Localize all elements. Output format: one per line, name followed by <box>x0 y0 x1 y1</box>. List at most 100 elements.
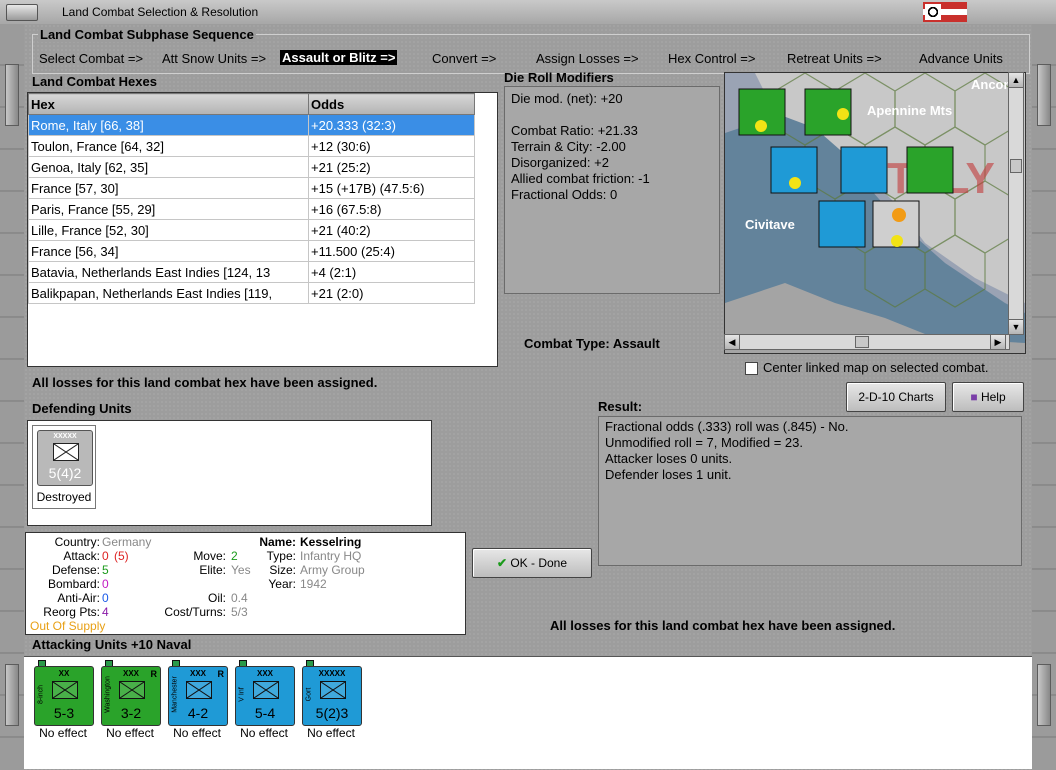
cost-value: 5/3 <box>231 605 248 619</box>
table-row[interactable]: Toulon, France [64, 32] +12 (30:6) <box>28 135 475 157</box>
attacking-unit[interactable]: XXX V Inf 5-4 No effect <box>235 660 297 746</box>
die-roll-modifiers-label: Die Roll Modifiers <box>504 70 614 85</box>
hex-cell: Rome, Italy [66, 38] <box>28 114 309 136</box>
unit-counter: XXXXX 5(4)2 <box>37 430 93 486</box>
country-value: Germany <box>102 535 152 549</box>
left-frame-rail <box>0 24 24 770</box>
hex-cell: France [57, 30] <box>28 177 309 199</box>
unit-strength: 5(4)2 <box>48 465 82 481</box>
result-line: Attacker loses 0 units. <box>605 451 733 466</box>
map-scroll-up-button[interactable]: ▲ <box>1008 72 1024 88</box>
column-header-hex[interactable]: Hex <box>28 93 309 115</box>
unit-counter: XXX R Manchester 4-2 <box>168 666 228 726</box>
flag-icon <box>923 2 967 22</box>
hex-cell: Lille, France [52, 30] <box>28 219 309 241</box>
hex-cell: Paris, France [55, 29] <box>28 198 309 220</box>
table-row[interactable]: Lille, France [52, 30] +21 (40:2) <box>28 219 475 241</box>
map-scroll-down-button[interactable]: ▼ <box>1008 319 1024 335</box>
seq-hex-control[interactable]: Hex Control => <box>668 51 755 66</box>
hex-cell: Toulon, France [64, 32] <box>28 135 309 157</box>
attacking-unit[interactable]: XXX R Manchester 4-2 No effect <box>168 660 230 746</box>
result-label: Result: <box>598 399 643 414</box>
attack-extra-value: (5) <box>114 549 129 563</box>
charts-button[interactable]: 2-D-10 Charts <box>846 382 946 412</box>
system-menu-button[interactable] <box>6 4 38 21</box>
table-row[interactable]: Paris, France [55, 29] +16 (67.5:8) <box>28 198 475 220</box>
ok-done-button[interactable]: ✔ OK - Done <box>472 548 592 578</box>
land-combat-hexes-label: Land Combat Hexes <box>32 74 157 89</box>
attacking-unit[interactable]: XXX R Washington 3-2 No effect <box>101 660 163 746</box>
seq-att-snow-units[interactable]: Att Snow Units => <box>162 51 266 66</box>
infantry-symbol-icon <box>186 681 212 699</box>
table-row[interactable]: Balikpapan, Netherlands East Indies [119… <box>28 282 475 304</box>
modifier-line <box>511 107 713 123</box>
losses-assigned-message: All losses for this land combat hex have… <box>32 375 378 390</box>
book-icon: ■ <box>970 390 978 404</box>
unit-info-panel: Country: Germany Attack: 0 (5) Defense: … <box>25 532 466 635</box>
right-frame-rail <box>1032 24 1056 770</box>
table-row[interactable]: Genoa, Italy [62, 35] +21 (25:2) <box>28 156 475 178</box>
seq-convert[interactable]: Convert => <box>432 51 496 66</box>
name-label: Name: <box>259 535 296 549</box>
attacking-unit[interactable]: XX 8-inch 5-3 No effect <box>34 660 96 746</box>
unit-status: No effect <box>240 726 288 740</box>
seq-assault-or-blitz[interactable]: Assault or Blitz => <box>280 50 398 65</box>
table-row[interactable]: France [56, 34] +11.500 (25:4) <box>28 240 475 262</box>
rail-knob-icon <box>5 664 19 726</box>
map-vertical-scroll-thumb[interactable] <box>1010 159 1022 173</box>
odds-cell: +16 (67.5:8) <box>308 198 475 220</box>
modifier-line: Allied combat friction: -1 <box>511 171 650 186</box>
seq-assign-losses[interactable]: Assign Losses => <box>536 51 639 66</box>
rail-knob-icon <box>5 64 19 126</box>
map-horizontal-scrollbar[interactable] <box>724 334 1010 350</box>
seq-retreat-units[interactable]: Retreat Units => <box>787 51 882 66</box>
year-label: Year: <box>268 577 296 591</box>
odds-cell: +12 (30:6) <box>308 135 475 157</box>
map-vertical-scrollbar[interactable] <box>1008 86 1024 332</box>
unit-strength: 5(2)3 <box>315 705 349 721</box>
defending-unit[interactable]: XXXXX 5(4)2 Destroyed <box>32 425 96 509</box>
artillery-symbol-icon <box>52 681 78 699</box>
checkmark-icon: ✔ <box>496 556 507 570</box>
map-counter-badge <box>837 108 849 120</box>
elite-label: Elite: <box>199 563 226 577</box>
unit-counter: XXX V Inf 5-4 <box>235 666 295 726</box>
map-counter[interactable] <box>840 146 888 194</box>
defense-value: 5 <box>102 563 109 577</box>
land-combat-hexes-list: Hex Odds Rome, Italy [66, 38] +20.333 (32… <box>27 92 498 367</box>
modifier-line: Die mod. (net): +20 <box>511 91 623 106</box>
map-counter[interactable] <box>818 200 866 248</box>
table-row[interactable]: Rome, Italy [66, 38] +20.333 (32:3) <box>28 114 475 136</box>
result-line: Fractional odds (.333) roll was (.845) -… <box>605 419 849 434</box>
result-line: Defender loses 1 unit. <box>605 467 732 482</box>
odds-cell: +4 (2:1) <box>308 261 475 283</box>
map-svg: ITALY Apennine Mts Ancona Civitave <box>725 73 1025 353</box>
attacking-unit[interactable]: XXXXX Gort 5(2)3 No effect <box>302 660 364 746</box>
seq-select-combat[interactable]: Select Combat => <box>39 51 143 66</box>
defending-units-panel: XXXXX 5(4)2 Destroyed <box>27 420 432 526</box>
map-scroll-right-button[interactable]: ▶ <box>990 334 1006 350</box>
unit-status: No effect <box>106 726 154 740</box>
explosion-icon <box>892 208 906 222</box>
reorg-value: 4 <box>102 605 109 619</box>
size-label: Size: <box>269 563 296 577</box>
modifier-line: Disorganized: +2 <box>511 155 609 170</box>
bombard-value: 0 <box>102 577 109 591</box>
die-roll-modifiers-panel: Die mod. (net): +20 Combat Ratio: +21.33… <box>504 86 720 294</box>
help-button[interactable]: ■ Help <box>952 382 1024 412</box>
center-map-checkbox[interactable] <box>745 362 758 375</box>
map-counter[interactable] <box>906 146 954 194</box>
rail-knob-icon <box>1037 64 1051 126</box>
table-row[interactable]: France [57, 30] +15 (+17B) (47.5:6) <box>28 177 475 199</box>
type-label: Type: <box>266 549 296 563</box>
result-panel: Fractional odds (.333) roll was (.845) -… <box>598 416 1022 566</box>
dialog-content: Land Combat Subphase Sequence Select Com… <box>24 24 1032 770</box>
map-horizontal-scroll-thumb[interactable] <box>855 336 869 348</box>
defense-label: Defense: <box>51 563 100 577</box>
linked-map[interactable]: ITALY Apennine Mts Ancona Civitave <box>724 72 1026 354</box>
column-header-odds[interactable]: Odds <box>308 93 475 115</box>
unit-counter: XXX R Washington 3-2 <box>101 666 161 726</box>
table-row[interactable]: Batavia, Netherlands East Indies [124, 1… <box>28 261 475 283</box>
map-scroll-left-button[interactable]: ◀ <box>724 334 740 350</box>
seq-advance-units[interactable]: Advance Units <box>919 51 1003 66</box>
